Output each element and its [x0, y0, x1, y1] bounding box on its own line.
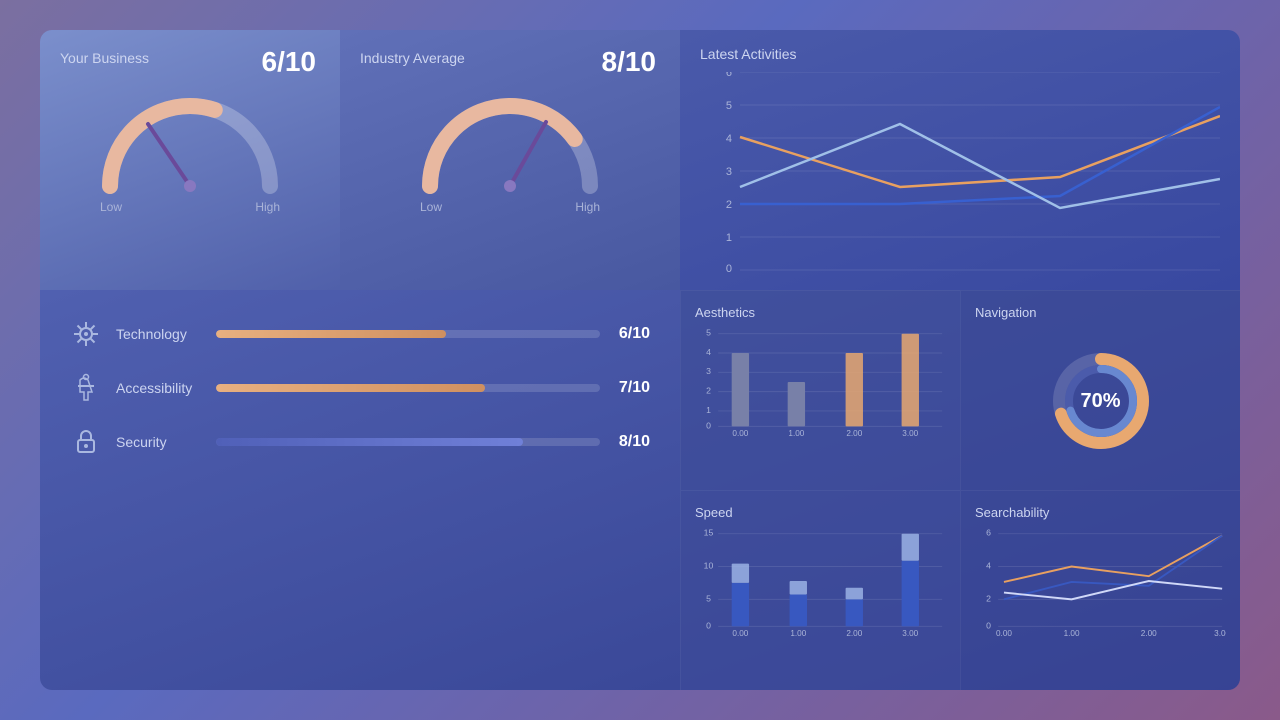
svg-text:3.00: 3.00 [902, 429, 918, 436]
industry-avg-gauge-labels: Low High [420, 200, 600, 214]
aesthetics-card: Aesthetics 5 4 3 2 1 0 [680, 290, 960, 490]
activities-chart-svg: 6 5 4 3 2 1 0 2017-01-01 2017-01-11 2017… [700, 72, 1220, 272]
security-bar [216, 438, 523, 446]
latest-activities-title: Latest Activities [700, 46, 1220, 62]
svg-text:2.00: 2.00 [846, 629, 862, 636]
your-business-gauge-labels: Low High [100, 200, 280, 214]
donut-label: 70% [1080, 390, 1120, 413]
speed-card: Speed 15 10 5 0 [680, 490, 960, 690]
svg-text:0: 0 [706, 420, 711, 430]
security-score: 8/10 [612, 433, 650, 451]
metric-row-technology: Technology 6/10 [70, 318, 650, 350]
industry-avg-card: Industry Average 8/10 Low High [340, 30, 680, 290]
donut-chart: 70% [1046, 346, 1156, 456]
svg-text:0.00: 0.00 [996, 629, 1012, 636]
svg-text:5: 5 [726, 100, 732, 112]
accessibility-bar-container [216, 384, 600, 392]
svg-text:0: 0 [726, 263, 732, 272]
accessibility-label: Accessibility [116, 380, 216, 396]
svg-text:3.00: 3.00 [902, 629, 918, 636]
svg-text:0: 0 [706, 620, 711, 630]
svg-text:6: 6 [986, 528, 991, 538]
navigation-percentage: 70% [1080, 390, 1120, 412]
latest-activities-card: Latest Activities 6 5 4 3 2 1 0 [680, 30, 1240, 290]
technology-label: Technology [116, 326, 216, 342]
technology-bar-container [216, 330, 600, 338]
svg-text:0.00: 0.00 [732, 429, 748, 436]
svg-text:3: 3 [706, 366, 711, 376]
gauge-svg-industry [410, 76, 610, 196]
technology-score: 6/10 [612, 325, 650, 343]
searchability-card: Searchability 6 4 2 0 0.00 1.00 2.00 3. [960, 490, 1240, 690]
svg-text:15: 15 [704, 528, 714, 538]
svg-text:5: 5 [706, 593, 711, 603]
your-business-gauge: Low High [60, 76, 320, 214]
aesthetics-chart: 5 4 3 2 1 0 [695, 326, 946, 436]
industry-avg-score: 8/10 [602, 46, 657, 78]
industry-gauge-high: High [575, 200, 600, 214]
svg-text:4: 4 [986, 560, 991, 570]
svg-text:3: 3 [726, 166, 732, 178]
svg-text:1.00: 1.00 [790, 629, 806, 636]
metric-row-security: Security 8/10 [70, 426, 650, 458]
security-label: Security [116, 434, 216, 450]
svg-text:1.00: 1.00 [788, 429, 804, 436]
svg-text:0: 0 [986, 620, 991, 630]
accessibility-score: 7/10 [612, 379, 650, 397]
svg-text:2: 2 [986, 593, 991, 603]
gauge-high-label: High [255, 200, 280, 214]
metric-row-accessibility: Accessibility 7/10 [70, 372, 650, 404]
navigation-card: Navigation 70% [960, 290, 1240, 490]
svg-text:4: 4 [726, 133, 732, 145]
technology-bar [216, 330, 446, 338]
security-bar-container [216, 438, 600, 446]
your-business-card: Your Business 6/10 Low High [40, 30, 340, 290]
speed-chart: 15 10 5 0 0.00 [695, 526, 946, 636]
svg-text:1.00: 1.00 [1064, 629, 1080, 636]
svg-text:2.00: 2.00 [1141, 629, 1157, 636]
svg-text:4: 4 [706, 347, 711, 357]
metrics-card: Technology 6/10 Accessibility 7/10 [40, 290, 680, 690]
dashboard: Your Business 6/10 Low High Industry Ave… [40, 30, 1240, 690]
latest-activities-chart: 6 5 4 3 2 1 0 2017-01-01 2017-01-11 2017… [700, 72, 1220, 282]
accessibility-bar [216, 384, 485, 392]
speed-title: Speed [695, 505, 946, 520]
svg-text:6: 6 [726, 72, 732, 79]
svg-text:3.00: 3.00 [1214, 629, 1226, 636]
gauge-svg-business [90, 76, 290, 196]
svg-text:2: 2 [706, 386, 711, 396]
gauge-low-label: Low [100, 200, 122, 214]
searchability-title: Searchability [975, 505, 1226, 520]
svg-text:5: 5 [706, 328, 711, 338]
accessibility-icon [70, 372, 102, 404]
svg-text:0.00: 0.00 [732, 629, 748, 636]
svg-text:2: 2 [726, 199, 732, 211]
industry-gauge-low: Low [420, 200, 442, 214]
security-icon [70, 426, 102, 458]
industry-avg-gauge: Low High [360, 76, 660, 214]
svg-text:2.00: 2.00 [846, 429, 862, 436]
your-business-score: 6/10 [262, 46, 317, 78]
navigation-title: Navigation [975, 305, 1036, 320]
svg-text:10: 10 [704, 560, 714, 570]
searchability-chart: 6 4 2 0 0.00 1.00 2.00 3.00 [975, 526, 1226, 636]
technology-icon [70, 318, 102, 350]
svg-text:1: 1 [706, 405, 711, 415]
svg-text:1: 1 [726, 232, 732, 244]
aesthetics-title: Aesthetics [695, 305, 946, 320]
bottom-section: Aesthetics 5 4 3 2 1 0 [680, 290, 1240, 690]
